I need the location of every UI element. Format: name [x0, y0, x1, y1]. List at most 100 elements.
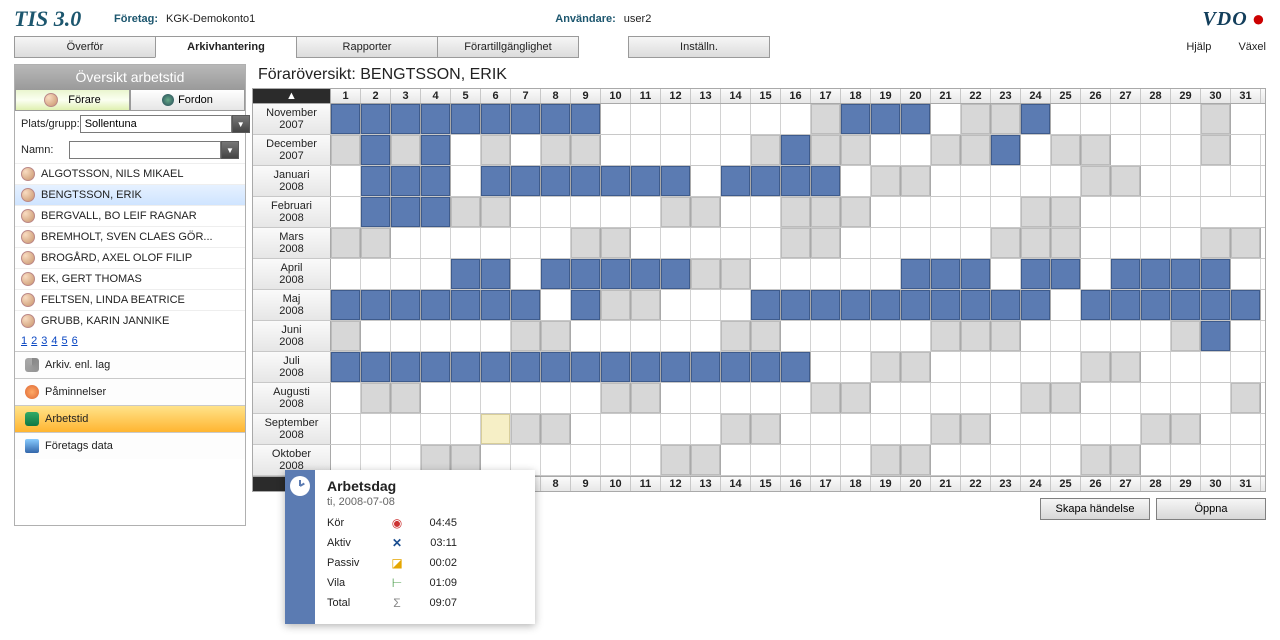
day-cell[interactable] [631, 135, 661, 165]
day-cell[interactable] [751, 352, 781, 382]
day-cell[interactable] [1141, 290, 1171, 320]
day-cell[interactable] [841, 321, 871, 351]
day-cell[interactable] [601, 197, 631, 227]
day-cell[interactable] [661, 259, 691, 289]
day-cell[interactable] [421, 166, 451, 196]
day-cell[interactable] [571, 290, 601, 320]
driver-row[interactable]: GRUBB, KARIN JANNIKE [15, 310, 245, 331]
day-cell[interactable] [781, 414, 811, 444]
day-cell[interactable] [1081, 166, 1111, 196]
day-cell[interactable] [421, 414, 451, 444]
day-cell[interactable] [1141, 228, 1171, 258]
day-cell[interactable] [661, 321, 691, 351]
day-cell[interactable] [1201, 383, 1231, 413]
day-cell[interactable] [841, 290, 871, 320]
day-cell[interactable] [1171, 414, 1201, 444]
day-cell[interactable] [571, 321, 601, 351]
day-cell[interactable] [691, 383, 721, 413]
day-cell[interactable] [1021, 166, 1051, 196]
day-cell[interactable] [541, 352, 571, 382]
page-link[interactable]: 6 [72, 335, 78, 347]
day-cell[interactable] [751, 321, 781, 351]
day-cell[interactable] [331, 166, 361, 196]
day-cell[interactable] [391, 414, 421, 444]
day-cell[interactable] [631, 104, 661, 134]
day-cell[interactable] [631, 414, 661, 444]
day-cell[interactable] [811, 383, 841, 413]
day-cell[interactable] [931, 352, 961, 382]
day-cell[interactable] [991, 352, 1021, 382]
day-cell[interactable] [961, 321, 991, 351]
day-cell[interactable] [421, 383, 451, 413]
day-cell[interactable] [781, 197, 811, 227]
day-cell[interactable] [841, 166, 871, 196]
day-cell[interactable] [511, 290, 541, 320]
day-cell[interactable] [571, 259, 601, 289]
day-cell[interactable] [451, 290, 481, 320]
day-cell[interactable] [811, 259, 841, 289]
day-cell[interactable] [901, 352, 931, 382]
day-cell[interactable] [901, 166, 931, 196]
day-cell[interactable] [331, 321, 361, 351]
day-cell[interactable] [961, 104, 991, 134]
day-cell[interactable] [511, 166, 541, 196]
day-cell[interactable] [361, 135, 391, 165]
day-cell[interactable] [691, 352, 721, 382]
day-cell[interactable] [361, 166, 391, 196]
day-cell[interactable] [1201, 166, 1231, 196]
day-cell[interactable] [1021, 104, 1051, 134]
name-dropdown-btn[interactable]: ▼ [221, 141, 239, 159]
day-cell[interactable] [1141, 135, 1171, 165]
day-cell[interactable] [691, 197, 721, 227]
day-cell[interactable] [631, 166, 661, 196]
day-cell[interactable] [391, 259, 421, 289]
day-cell[interactable] [781, 352, 811, 382]
day-cell[interactable] [511, 352, 541, 382]
day-cell[interactable] [331, 228, 361, 258]
day-cell[interactable] [991, 197, 1021, 227]
day-cell[interactable] [1201, 259, 1231, 289]
day-cell[interactable] [721, 445, 751, 475]
day-cell[interactable] [451, 104, 481, 134]
day-cell[interactable] [361, 197, 391, 227]
day-cell[interactable] [751, 166, 781, 196]
day-cell[interactable] [1021, 321, 1051, 351]
day-cell[interactable] [1201, 104, 1231, 134]
driver-row[interactable]: BROGÅRD, AXEL OLOF FILIP [15, 247, 245, 268]
day-cell[interactable] [961, 197, 991, 227]
day-cell[interactable] [871, 414, 901, 444]
day-cell[interactable] [871, 197, 901, 227]
day-cell[interactable] [691, 445, 721, 475]
day-cell[interactable] [721, 259, 751, 289]
day-cell[interactable] [631, 352, 661, 382]
day-cell[interactable] [541, 135, 571, 165]
day-cell[interactable] [451, 197, 481, 227]
day-cell[interactable] [511, 135, 541, 165]
day-cell[interactable] [1111, 166, 1141, 196]
day-cell[interactable] [751, 414, 781, 444]
day-cell[interactable] [601, 352, 631, 382]
day-cell[interactable] [901, 321, 931, 351]
day-cell[interactable] [871, 166, 901, 196]
day-cell[interactable] [1111, 228, 1141, 258]
day-cell[interactable] [691, 228, 721, 258]
day-cell[interactable] [1141, 259, 1171, 289]
day-cell[interactable] [1051, 228, 1081, 258]
day-cell[interactable] [631, 228, 661, 258]
day-cell[interactable] [691, 166, 721, 196]
day-cell[interactable] [541, 104, 571, 134]
day-cell[interactable] [1231, 414, 1261, 444]
day-cell[interactable] [751, 135, 781, 165]
day-cell[interactable] [811, 414, 841, 444]
day-cell[interactable] [451, 259, 481, 289]
day-cell[interactable] [751, 228, 781, 258]
day-cell[interactable] [901, 135, 931, 165]
day-cell[interactable] [931, 166, 961, 196]
day-cell[interactable] [511, 321, 541, 351]
day-cell[interactable] [361, 228, 391, 258]
day-cell[interactable] [1231, 321, 1261, 351]
day-cell[interactable] [661, 445, 691, 475]
day-cell[interactable] [571, 104, 601, 134]
day-cell[interactable] [961, 414, 991, 444]
day-cell[interactable] [451, 135, 481, 165]
